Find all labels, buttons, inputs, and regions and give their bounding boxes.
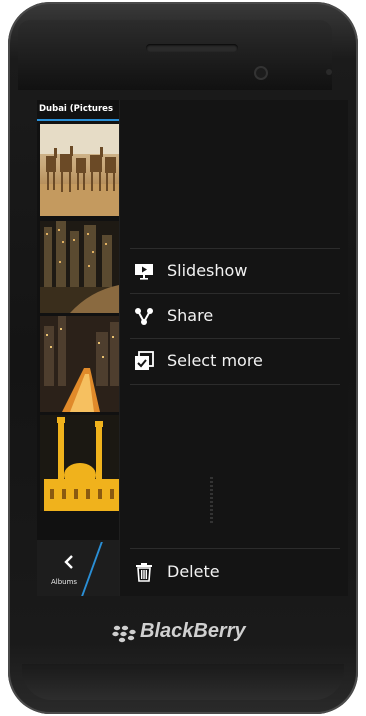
menu-item-delete[interactable]: Delete [120, 550, 348, 594]
earpiece [146, 44, 238, 52]
trash-icon [136, 563, 152, 582]
camels-image [40, 124, 119, 216]
back-button[interactable] [63, 555, 75, 569]
menu-separator [130, 548, 340, 549]
title-underline [37, 119, 119, 121]
photo-thumbnail-mosque[interactable] [40, 415, 119, 511]
photo-thumbnail-camels[interactable] [40, 124, 119, 216]
front-camera [254, 66, 268, 80]
album-pane: Dubai (Pictures Albums [37, 100, 119, 596]
slideshow-icon [135, 264, 153, 280]
menu-item-share[interactable]: Share [120, 294, 348, 338]
menu-drag-grip[interactable] [210, 477, 213, 523]
select-more-icon [135, 351, 154, 370]
mosque-image [40, 415, 119, 511]
highway-image [40, 316, 119, 412]
albums-label[interactable]: Albums [51, 578, 77, 586]
blackberry-logo-icon [112, 625, 136, 643]
proximity-sensor [326, 69, 332, 75]
menu-label-select-more: Select more [167, 351, 263, 370]
bottom-action-bar [37, 540, 119, 596]
photo-thumbnail-highway[interactable] [40, 316, 119, 412]
phone-bottom-edge [22, 664, 344, 700]
chevron-left-icon [64, 555, 73, 569]
album-title: Dubai (Pictures [39, 104, 113, 114]
menu-item-select-more[interactable]: Select more [120, 339, 348, 383]
menu-label-share: Share [167, 306, 214, 325]
menu-label-delete: Delete [167, 562, 220, 581]
menu-label-slideshow: Slideshow [167, 261, 248, 280]
brand-name: BlackBerry [140, 620, 246, 642]
top-bezel [18, 20, 332, 90]
share-icon [135, 308, 153, 325]
context-menu: Slideshow Share Select more Delete [119, 100, 348, 596]
screen: Dubai (Pictures Albums Slideshow Share S… [37, 100, 348, 596]
menu-item-slideshow[interactable]: Slideshow [120, 249, 348, 293]
menu-separator [130, 384, 340, 385]
photo-thumbnail-city-night[interactable] [40, 221, 119, 313]
city-night-image [40, 221, 119, 313]
